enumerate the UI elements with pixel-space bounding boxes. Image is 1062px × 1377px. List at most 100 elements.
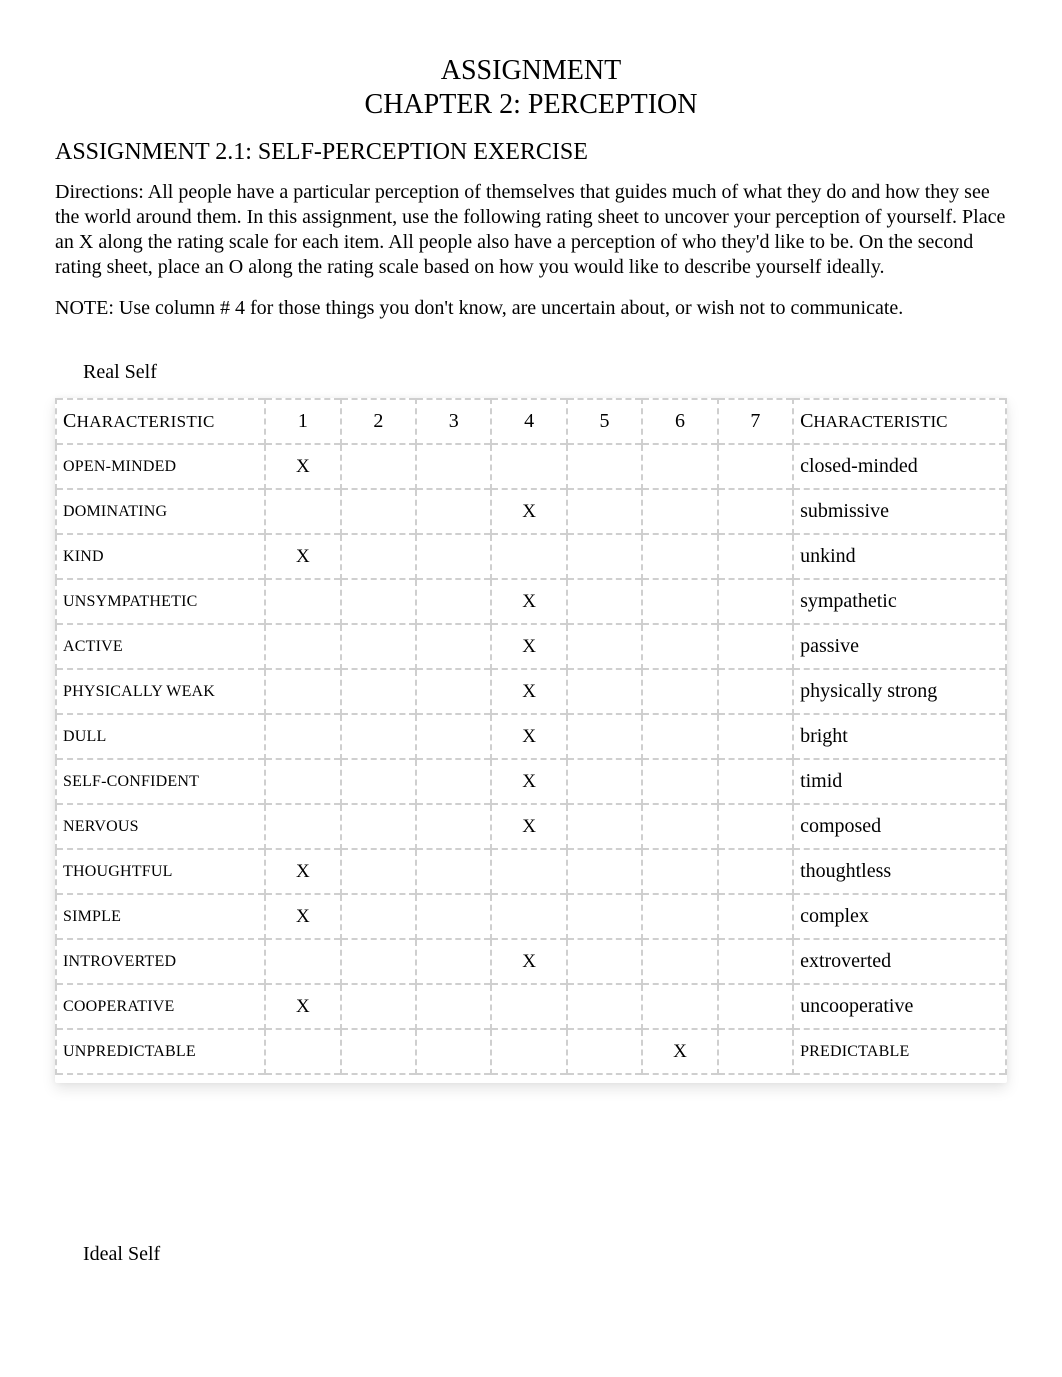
rating-cell[interactable]	[341, 669, 416, 714]
rating-cell[interactable]	[718, 984, 793, 1029]
rating-cell[interactable]: X	[265, 984, 340, 1029]
rating-cell[interactable]	[567, 759, 642, 804]
rating-cell[interactable]	[567, 849, 642, 894]
rating-cell[interactable]	[642, 669, 717, 714]
rating-cell[interactable]	[341, 984, 416, 1029]
rating-cell[interactable]	[567, 984, 642, 1029]
rating-cell[interactable]	[567, 714, 642, 759]
rating-cell[interactable]	[718, 1029, 793, 1074]
rating-cell[interactable]: X	[491, 669, 566, 714]
rating-cell[interactable]	[416, 444, 491, 489]
rating-cell[interactable]	[718, 669, 793, 714]
rating-cell[interactable]	[642, 444, 717, 489]
rating-cell[interactable]	[265, 624, 340, 669]
rating-cell[interactable]	[341, 849, 416, 894]
rating-cell[interactable]	[567, 444, 642, 489]
rating-cell[interactable]	[718, 714, 793, 759]
characteristic-right: extroverted	[793, 939, 1006, 984]
rating-cell[interactable]	[416, 804, 491, 849]
rating-cell[interactable]	[718, 759, 793, 804]
rating-cell[interactable]: X	[491, 714, 566, 759]
rating-cell[interactable]	[416, 624, 491, 669]
rating-cell[interactable]	[265, 579, 340, 624]
rating-cell[interactable]	[416, 849, 491, 894]
rating-cell[interactable]	[491, 849, 566, 894]
rating-cell[interactable]	[341, 939, 416, 984]
rating-cell[interactable]	[416, 534, 491, 579]
rating-cell[interactable]	[265, 669, 340, 714]
rating-cell[interactable]	[718, 804, 793, 849]
rating-cell[interactable]	[567, 669, 642, 714]
rating-cell[interactable]	[642, 534, 717, 579]
rating-cell[interactable]: X	[491, 939, 566, 984]
rating-cell[interactable]	[718, 489, 793, 534]
rating-cell[interactable]: X	[265, 894, 340, 939]
rating-cell[interactable]	[642, 984, 717, 1029]
rating-cell[interactable]	[642, 849, 717, 894]
rating-cell[interactable]	[718, 444, 793, 489]
rating-cell[interactable]	[642, 894, 717, 939]
rating-cell[interactable]	[416, 894, 491, 939]
rating-cell[interactable]: X	[491, 489, 566, 534]
rating-cell[interactable]	[642, 939, 717, 984]
rating-cell[interactable]	[642, 714, 717, 759]
rating-cell[interactable]	[491, 444, 566, 489]
rating-cell[interactable]	[341, 759, 416, 804]
rating-cell[interactable]	[416, 669, 491, 714]
rating-cell[interactable]	[491, 894, 566, 939]
rating-cell[interactable]	[718, 894, 793, 939]
rating-cell[interactable]	[718, 939, 793, 984]
rating-cell[interactable]	[265, 1029, 340, 1074]
rating-cell[interactable]	[341, 1029, 416, 1074]
rating-cell[interactable]	[642, 624, 717, 669]
rating-cell[interactable]: X	[265, 534, 340, 579]
rating-cell[interactable]	[567, 534, 642, 579]
rating-cell[interactable]	[567, 579, 642, 624]
rating-cell[interactable]	[567, 1029, 642, 1074]
rating-cell[interactable]	[642, 759, 717, 804]
rating-cell[interactable]	[567, 624, 642, 669]
rating-cell[interactable]	[642, 579, 717, 624]
rating-cell[interactable]: X	[491, 624, 566, 669]
rating-cell[interactable]	[416, 939, 491, 984]
table-row: THOUGHTFULXthoughtless	[56, 849, 1006, 894]
rating-cell[interactable]	[341, 714, 416, 759]
rating-cell[interactable]	[718, 624, 793, 669]
rating-cell[interactable]	[416, 579, 491, 624]
rating-cell[interactable]	[341, 489, 416, 534]
rating-cell[interactable]	[265, 804, 340, 849]
rating-cell[interactable]	[718, 579, 793, 624]
rating-cell[interactable]: X	[642, 1029, 717, 1074]
rating-cell[interactable]	[718, 534, 793, 579]
rating-cell[interactable]	[642, 804, 717, 849]
rating-cell[interactable]	[567, 489, 642, 534]
rating-cell[interactable]	[265, 714, 340, 759]
rating-cell[interactable]	[265, 489, 340, 534]
rating-cell[interactable]	[341, 804, 416, 849]
rating-cell[interactable]	[416, 489, 491, 534]
rating-cell[interactable]: X	[265, 444, 340, 489]
rating-cell[interactable]: X	[491, 759, 566, 804]
rating-cell[interactable]: X	[265, 849, 340, 894]
rating-cell[interactable]	[491, 534, 566, 579]
rating-cell[interactable]	[416, 759, 491, 804]
rating-cell[interactable]	[718, 849, 793, 894]
rating-cell[interactable]	[491, 984, 566, 1029]
rating-cell[interactable]	[265, 759, 340, 804]
rating-cell[interactable]	[642, 489, 717, 534]
rating-cell[interactable]	[567, 804, 642, 849]
rating-cell[interactable]	[416, 984, 491, 1029]
rating-cell[interactable]: X	[491, 579, 566, 624]
rating-cell[interactable]	[341, 534, 416, 579]
rating-cell[interactable]	[416, 714, 491, 759]
rating-cell[interactable]	[491, 1029, 566, 1074]
rating-cell[interactable]	[341, 444, 416, 489]
rating-cell[interactable]	[341, 624, 416, 669]
rating-cell[interactable]	[567, 894, 642, 939]
rating-cell[interactable]: X	[491, 804, 566, 849]
rating-cell[interactable]	[341, 894, 416, 939]
rating-cell[interactable]	[567, 939, 642, 984]
rating-cell[interactable]	[265, 939, 340, 984]
rating-cell[interactable]	[341, 579, 416, 624]
rating-cell[interactable]	[416, 1029, 491, 1074]
